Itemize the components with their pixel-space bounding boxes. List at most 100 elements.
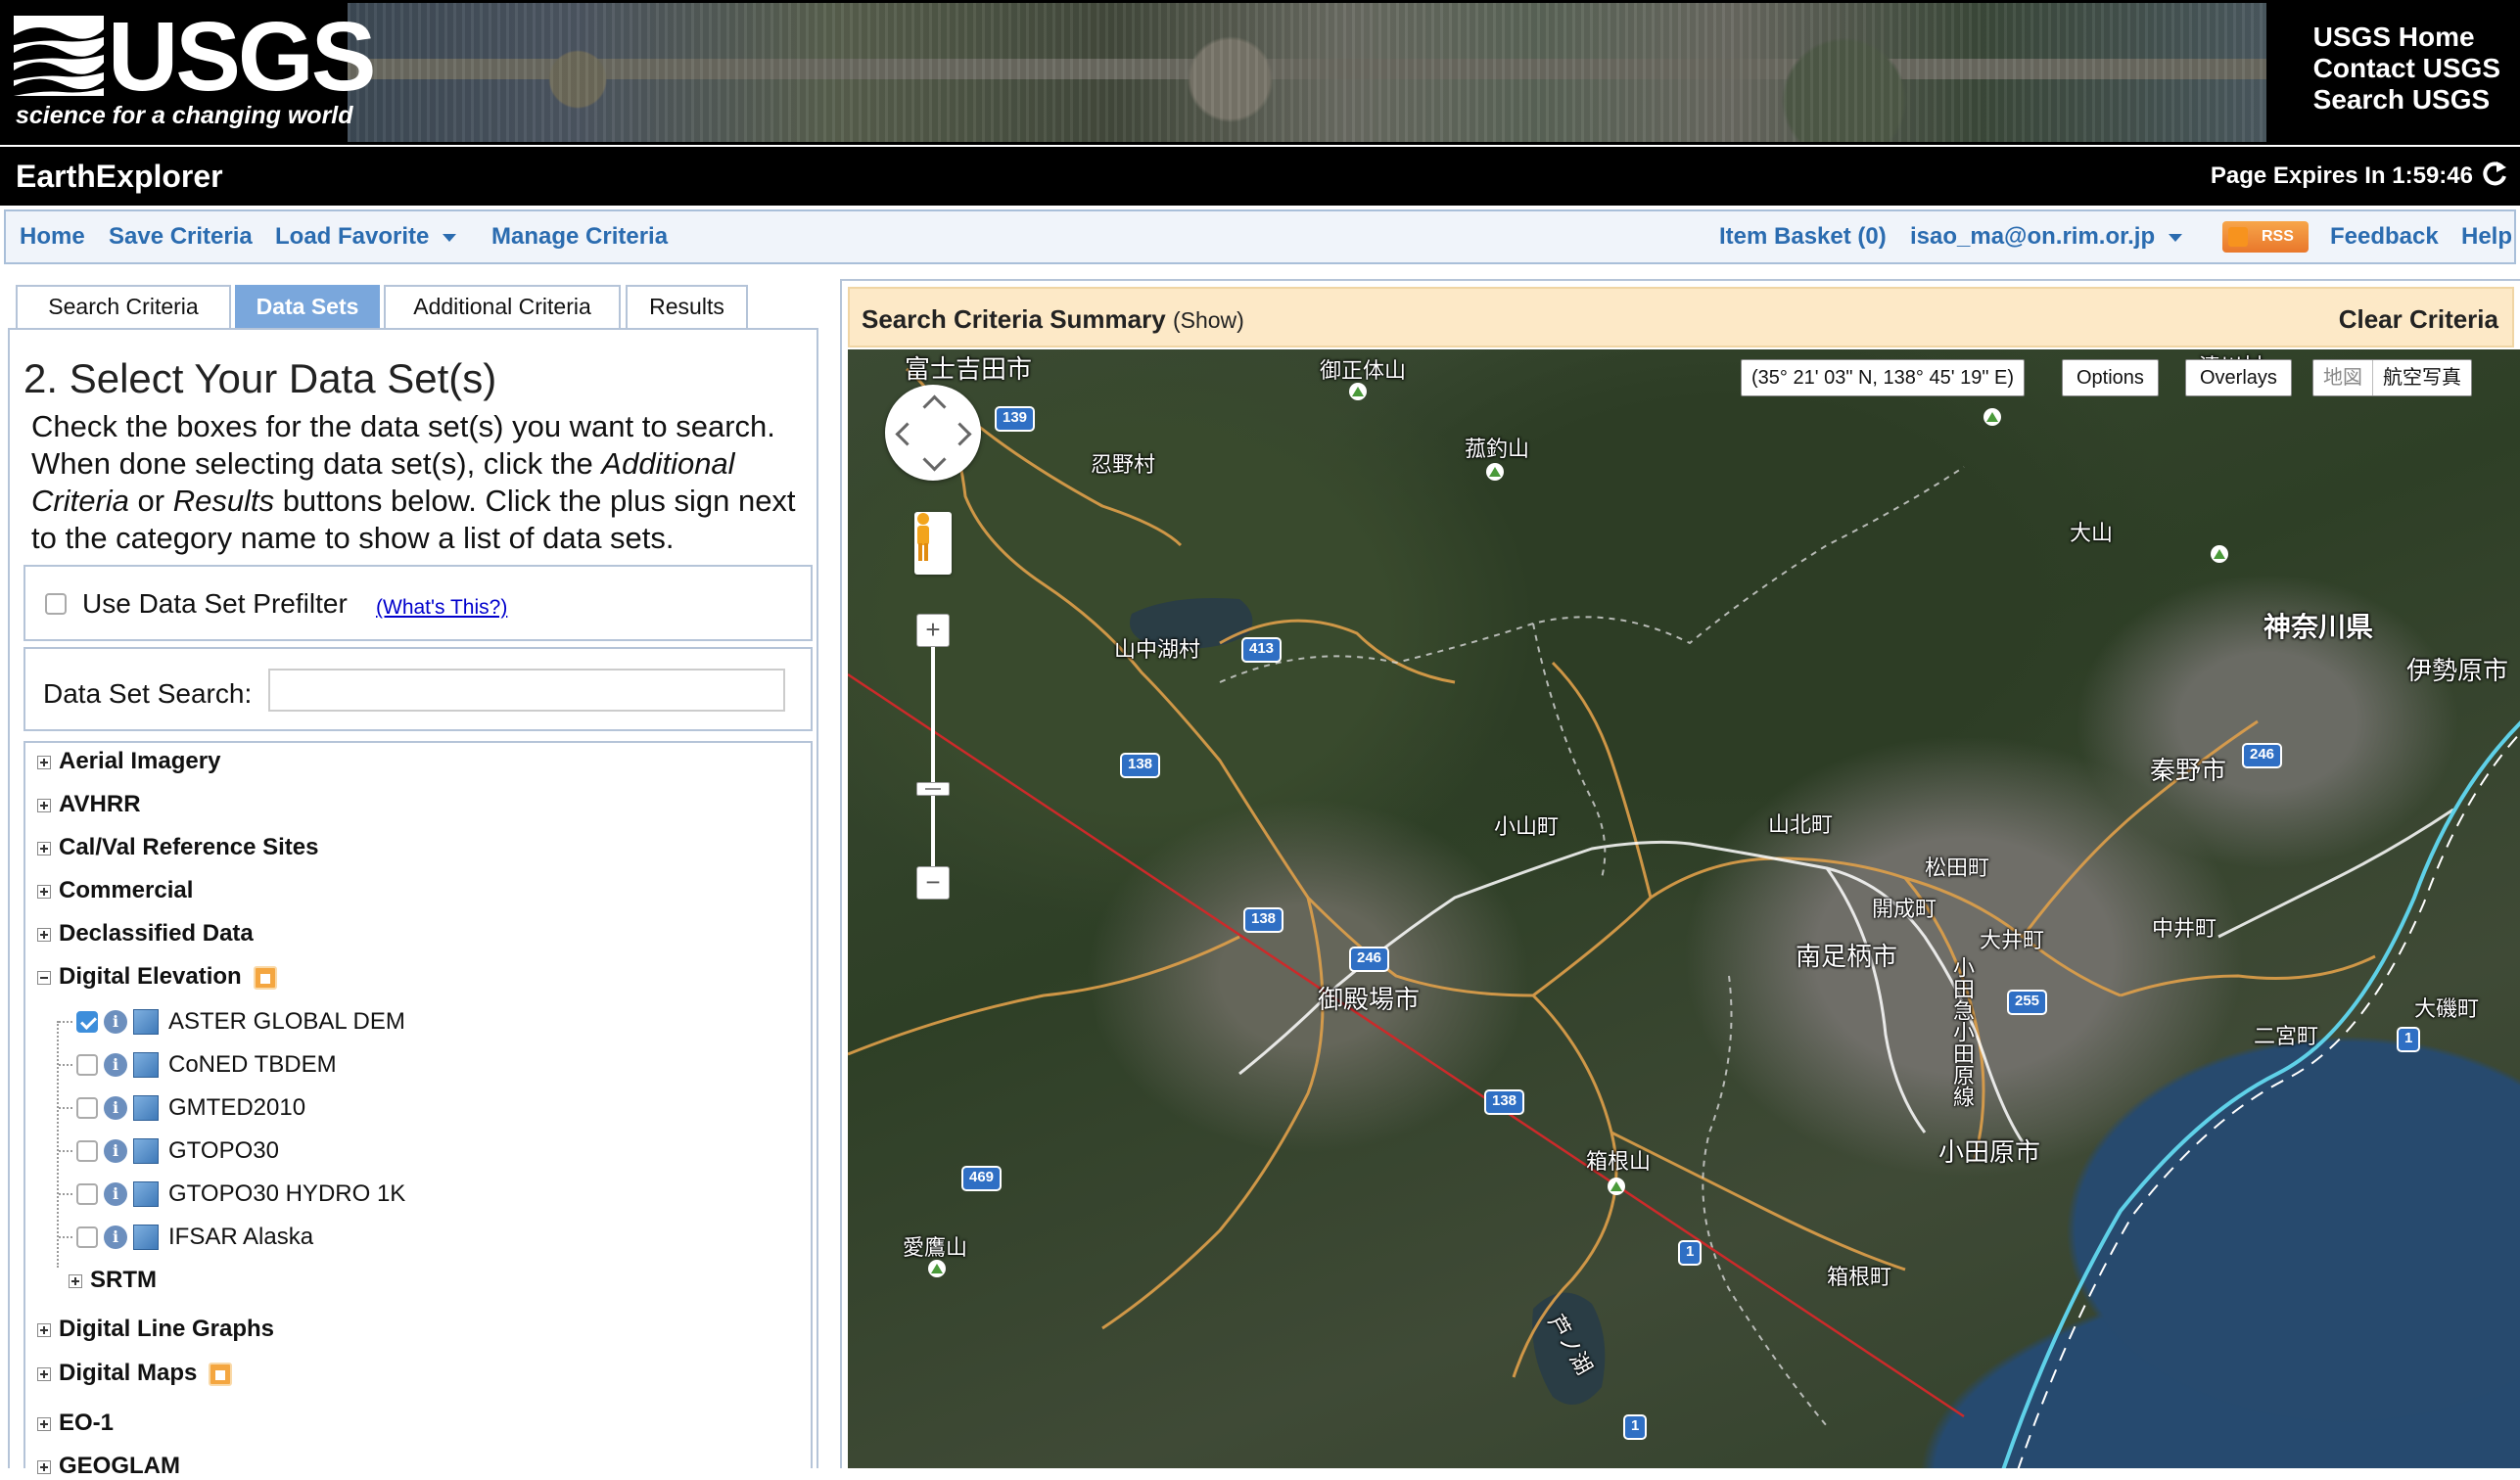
map-footprint-icon[interactable] [133, 1137, 159, 1164]
map-footprint-icon[interactable] [133, 1008, 159, 1035]
refresh-icon[interactable] [2481, 159, 2508, 188]
tree-category-label: GEOGLAM [59, 1453, 180, 1479]
info-icon[interactable]: i [104, 1052, 127, 1077]
nav-user-menu[interactable]: isao_ma@on.rim.or.jp [1910, 223, 2183, 251]
favorite-icon[interactable] [209, 1362, 233, 1386]
clear-criteria-button[interactable]: Clear Criteria [2339, 304, 2498, 335]
map-label: 御正体山 [1320, 358, 1407, 383]
map-options-button[interactable]: Options [2062, 359, 2159, 396]
tree-category-expanded[interactable]: Digital Elevation [37, 963, 277, 991]
info-icon[interactable]: i [104, 1225, 127, 1249]
tree-dots [59, 1020, 72, 1023]
map-overlays-button[interactable]: Overlays [2185, 359, 2292, 396]
pan-left-icon[interactable] [895, 422, 919, 446]
tree-category[interactable]: EO-1 [37, 1410, 114, 1437]
map-type-map[interactable]: 地図 [2313, 360, 2373, 395]
expand-icon[interactable] [37, 927, 51, 942]
map-footprint-icon[interactable] [133, 1224, 159, 1250]
dataset-checkbox[interactable] [76, 1010, 98, 1033]
dataset-checkbox[interactable] [76, 1096, 98, 1119]
mountain-icon [1349, 383, 1367, 400]
dataset-search-input[interactable] [268, 669, 785, 712]
expand-icon[interactable] [37, 841, 51, 856]
pan-control[interactable] [885, 385, 981, 481]
mountain-icon [1983, 408, 2001, 426]
tab-additional-criteria[interactable]: Additional Criteria [384, 285, 621, 328]
nav-save-criteria[interactable]: Save Criteria [109, 223, 253, 251]
nav-manage-criteria[interactable]: Manage Criteria [491, 223, 668, 251]
zoom-slider-track[interactable] [931, 643, 935, 878]
rails [1238, 808, 2454, 1143]
expand-icon[interactable] [37, 1459, 51, 1474]
info-icon[interactable]: i [104, 1181, 127, 1206]
map-label: 小田急小田原線 [1950, 956, 1975, 1107]
zoom-slider-thumb[interactable] [916, 782, 950, 796]
tab-results[interactable]: Results [626, 285, 748, 328]
nav-feedback[interactable]: Feedback [2330, 223, 2439, 251]
usgs-home-link[interactable]: USGS Home [2313, 22, 2500, 53]
map-label: 箱根山 [1586, 1149, 1652, 1174]
tree-category[interactable]: GEOGLAM [37, 1453, 180, 1480]
tree-category[interactable]: AVHRR [37, 791, 141, 818]
expand-icon[interactable] [37, 884, 51, 899]
tree-category[interactable]: Cal/Val Reference Sites [37, 834, 318, 861]
map-footprint-icon[interactable] [133, 1180, 159, 1207]
pan-down-icon[interactable] [922, 447, 947, 472]
pan-up-icon[interactable] [922, 394, 947, 419]
expand-icon[interactable] [37, 1322, 51, 1337]
app-title[interactable]: EarthExplorer [16, 159, 223, 195]
mountain-icon [1608, 1178, 1625, 1195]
dataset-checkbox[interactable] [76, 1053, 98, 1076]
search-usgs-link[interactable]: Search USGS [2313, 84, 2500, 116]
rss-button[interactable]: RSS [2222, 221, 2309, 253]
zoom-out-button[interactable]: − [916, 866, 950, 900]
dataset-checkbox[interactable] [76, 1226, 98, 1248]
info-icon[interactable]: i [104, 1009, 127, 1034]
dataset-label: GTOPO30 HYDRO 1K [168, 1179, 406, 1207]
map-type-satellite[interactable]: 航空写真 [2373, 360, 2471, 395]
tree-dots [59, 1192, 72, 1195]
street-view-pegman[interactable] [914, 512, 952, 575]
nav-item-basket[interactable]: Item Basket (0) [1719, 223, 1887, 251]
expand-icon[interactable] [37, 755, 51, 769]
route-shield: 246 [1349, 947, 1390, 972]
tree-category-label: AVHRR [59, 791, 141, 817]
usgs-logo[interactable]: USGS science for a changing world [10, 6, 376, 139]
collapse-icon[interactable] [37, 970, 51, 985]
expand-icon[interactable] [37, 1366, 51, 1381]
dataset-checkbox[interactable] [76, 1182, 98, 1205]
map-label: 御殿場市 [1318, 985, 1421, 1014]
zoom-in-button[interactable]: + [916, 614, 950, 647]
dataset-label: GTOPO30 [168, 1136, 279, 1164]
dataset-checkbox[interactable] [76, 1139, 98, 1162]
expand-icon[interactable] [69, 1273, 82, 1288]
map-canvas[interactable]: 富士吉田市 忍野村 山中湖村 御正体山 菰釣山 清川村 大山 神奈川県 伊勢原市… [848, 349, 2520, 1468]
tree-category-label: Commercial [59, 877, 194, 903]
map-footprint-icon[interactable] [133, 1051, 159, 1078]
tab-data-sets[interactable]: Data Sets [235, 285, 380, 328]
map-label: 二宮町 [2254, 1024, 2319, 1048]
pan-right-icon[interactable] [948, 422, 972, 446]
contact-usgs-link[interactable]: Contact USGS [2313, 53, 2500, 84]
tree-subcategory[interactable]: SRTM [69, 1267, 157, 1294]
info-icon[interactable]: i [104, 1138, 127, 1163]
prefilter-checkbox[interactable] [45, 593, 67, 615]
tree-category[interactable]: Digital Line Graphs [37, 1316, 274, 1343]
nav-load-favorite[interactable]: Load Favorite [275, 223, 457, 251]
favorite-icon[interactable] [253, 965, 277, 990]
tab-search-criteria[interactable]: Search Criteria [16, 285, 231, 328]
tree-category[interactable]: Declassified Data [37, 920, 254, 948]
tree-category[interactable]: Commercial [37, 877, 193, 904]
map-label: 南足柄市 [1796, 942, 1898, 971]
expand-icon[interactable] [37, 798, 51, 812]
expand-icon[interactable] [37, 1416, 51, 1431]
criteria-show-link[interactable]: (Show) [1173, 307, 1244, 333]
tree-category[interactable]: Digital Maps [37, 1360, 233, 1387]
info-icon[interactable]: i [104, 1095, 127, 1120]
map-footprint-icon[interactable] [133, 1094, 159, 1121]
tree-category[interactable]: Aerial Imagery [37, 748, 220, 775]
whats-this-link[interactable]: (What's This?) [376, 596, 507, 620]
nav-load-favorite-label: Load Favorite [275, 223, 430, 250]
nav-home[interactable]: Home [20, 223, 85, 251]
nav-help[interactable]: Help [2461, 223, 2512, 251]
